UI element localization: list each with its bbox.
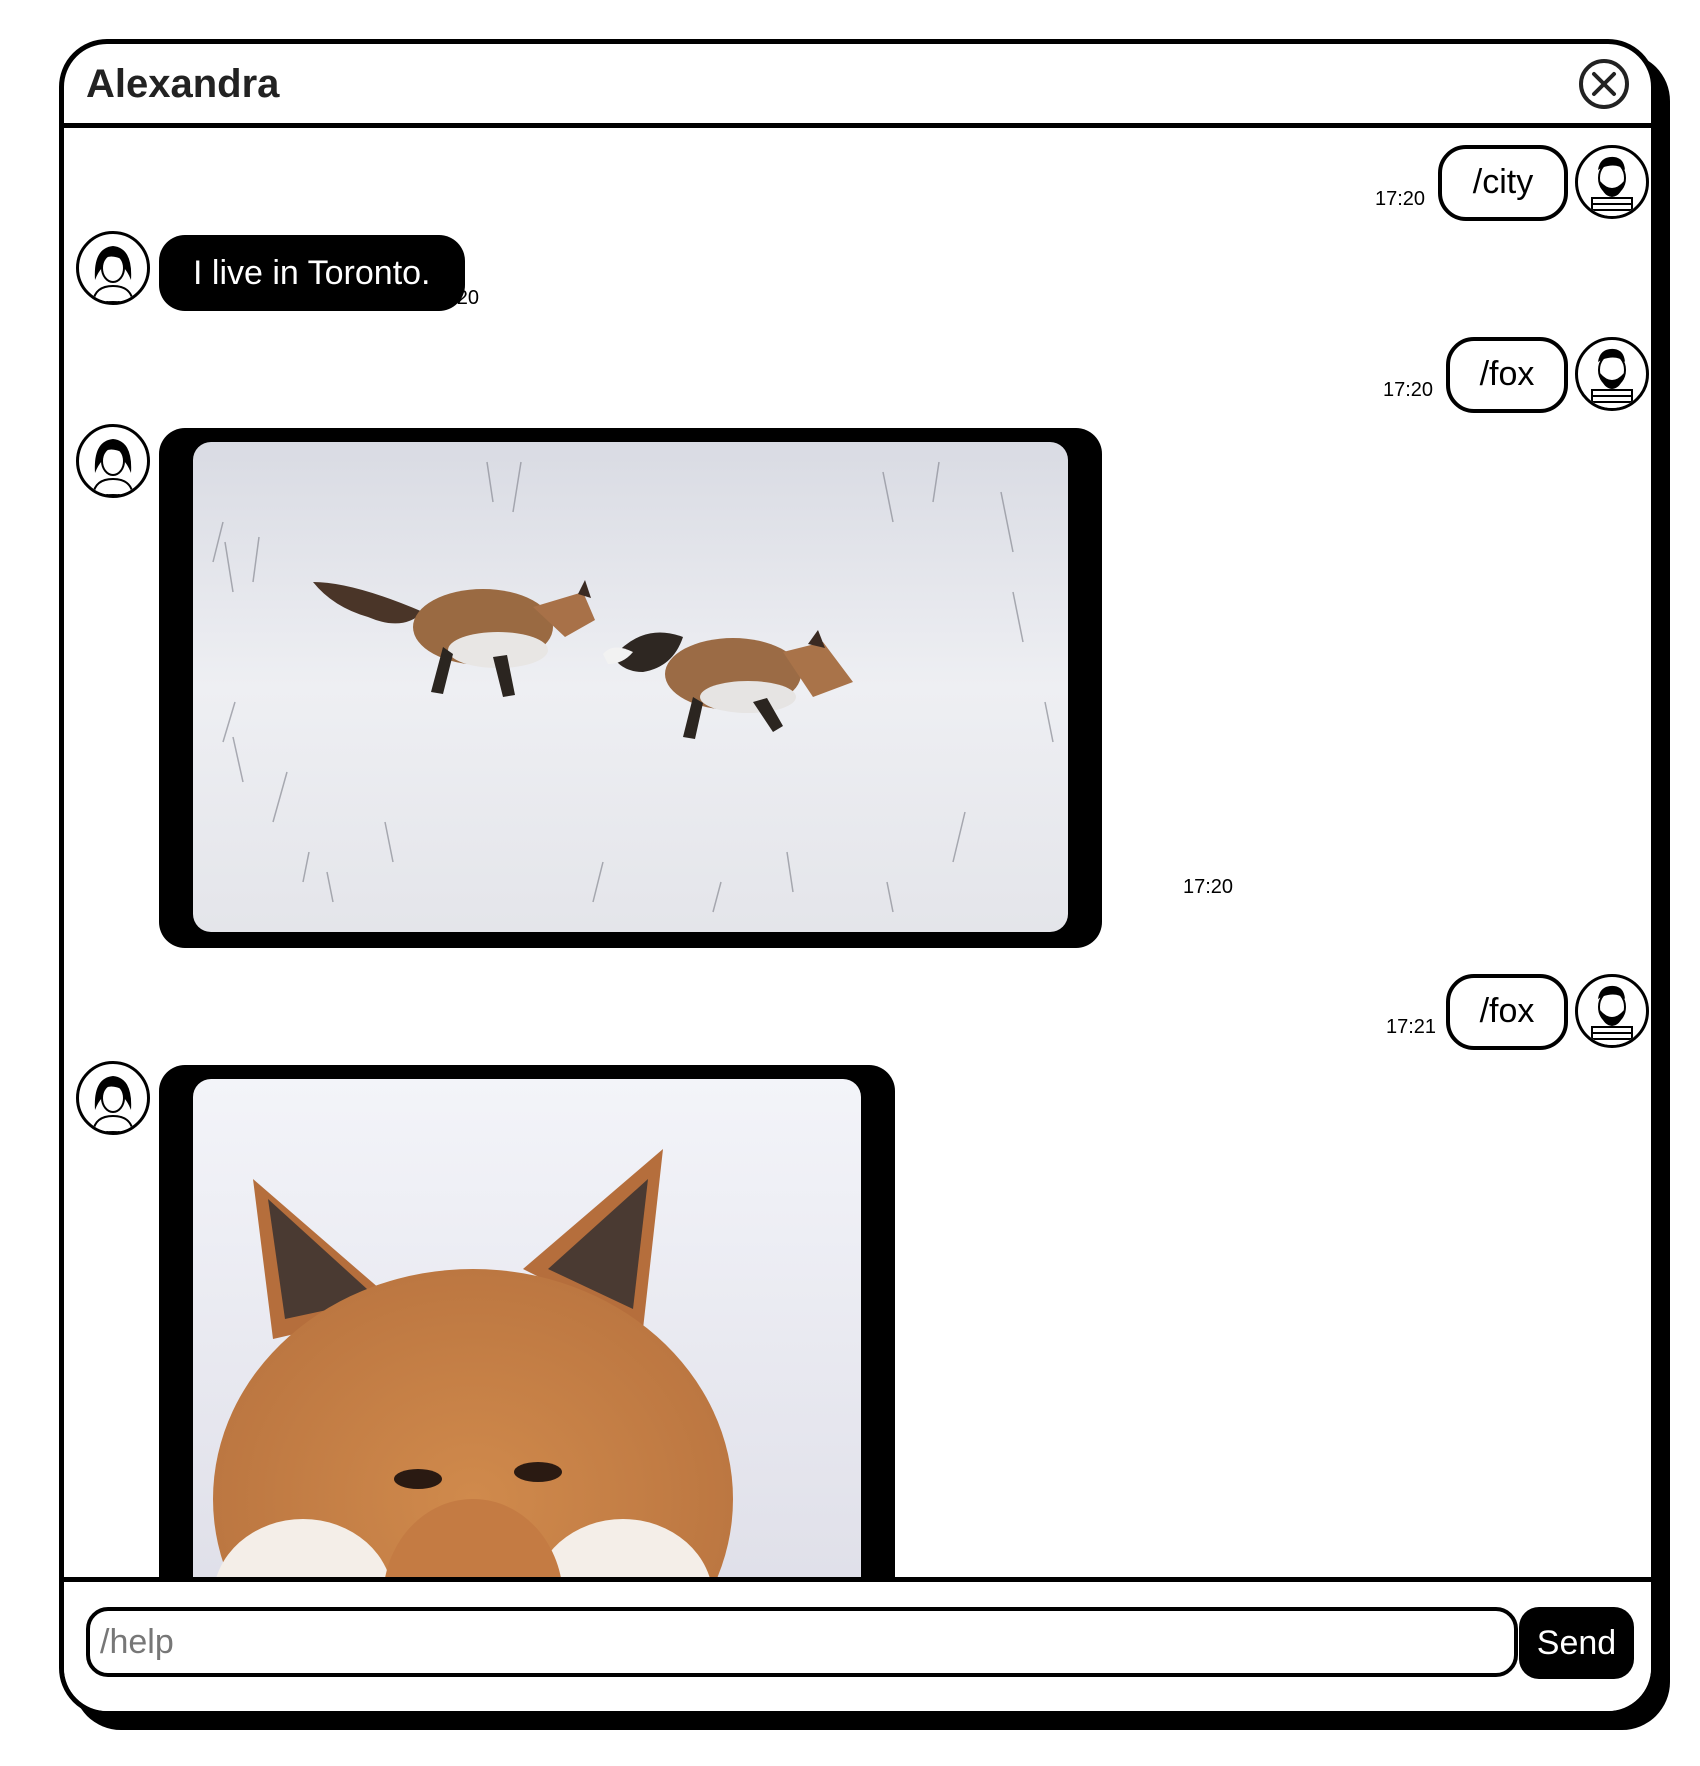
message-composer: Send — [64, 1577, 1651, 1711]
message-list[interactable]: 17:20 /city I live in Toronto. 17:20 17:… — [64, 128, 1651, 1624]
chat-header: Alexandra — [64, 44, 1651, 128]
message-bubble-outgoing: /fox — [1446, 974, 1568, 1050]
contact-avatar — [76, 1061, 150, 1135]
user-avatar — [1575, 974, 1649, 1048]
message-bubble-outgoing: /fox — [1446, 337, 1568, 413]
bearded-man-avatar-icon — [1591, 156, 1633, 216]
chat-window: Alexandra 17:20 /city I live in Toronto.… — [59, 39, 1656, 1716]
red-fox-face-closeup-image — [193, 1079, 861, 1624]
message-time: 17:20 — [1183, 876, 1234, 898]
close-icon — [1592, 72, 1616, 96]
woman-avatar-icon — [91, 246, 135, 302]
message-time: 17:20 — [1383, 379, 1434, 401]
message-time: 17:20 — [1375, 188, 1426, 210]
bearded-man-avatar-icon — [1591, 985, 1633, 1045]
contact-avatar — [76, 231, 150, 305]
woman-avatar-icon — [91, 439, 135, 495]
message-time: 17:21 — [1386, 1016, 1437, 1038]
user-avatar — [1575, 145, 1649, 219]
bearded-man-avatar-icon — [1591, 348, 1633, 408]
message-input[interactable] — [86, 1607, 1518, 1677]
contact-name: Alexandra — [86, 62, 280, 106]
message-bubble-outgoing: /city — [1438, 145, 1568, 221]
message-time: 17:20 — [429, 287, 480, 309]
send-button[interactable]: Send — [1519, 1607, 1634, 1679]
message-bubble-incoming: I live in Toronto. — [159, 235, 465, 311]
user-avatar — [1575, 337, 1649, 411]
image-message[interactable] — [159, 1065, 895, 1624]
image-message[interactable] — [159, 428, 1102, 948]
close-button[interactable] — [1579, 59, 1629, 109]
woman-avatar-icon — [91, 1076, 135, 1132]
contact-avatar — [76, 424, 150, 498]
two-foxes-running-in-snow-image — [193, 442, 1068, 932]
